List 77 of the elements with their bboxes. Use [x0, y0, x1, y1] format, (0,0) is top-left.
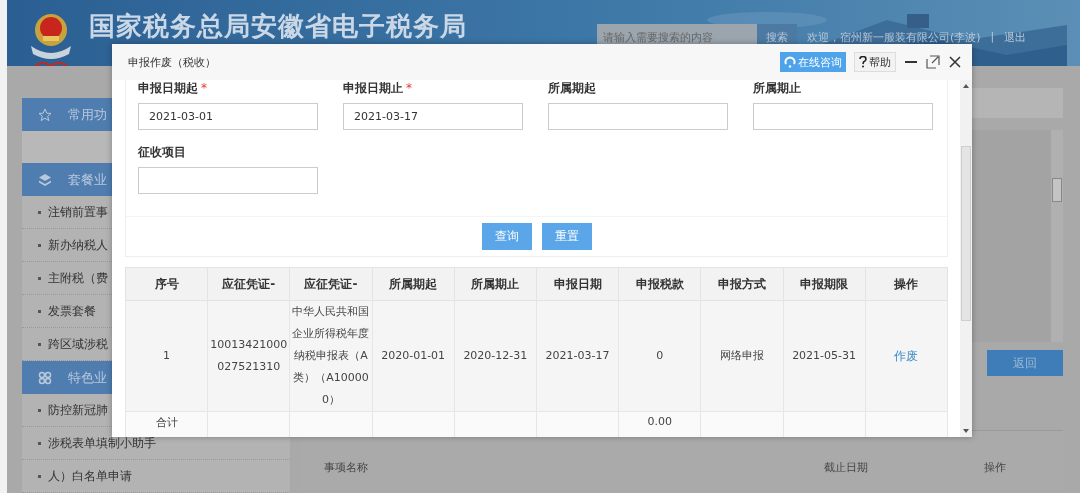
required-mark: * [201, 81, 207, 95]
bullet-icon [38, 342, 41, 346]
input-field[interactable] [548, 103, 728, 130]
table-cell: 2020-01-01 [372, 300, 455, 412]
dialog-title: 申报作废（税收） [128, 54, 217, 70]
welcome-text: 欢迎，宿州新一服装有限公司(李波) [807, 30, 981, 45]
bullet-icon [38, 474, 41, 478]
table-cell: 2021-05-31 [783, 300, 866, 412]
column-header: 申报日期 [536, 267, 619, 301]
field-label: 申报日期止 * [343, 80, 413, 97]
section-label: 常用功 [68, 105, 107, 124]
column-header: 所属期止 [454, 267, 537, 301]
grid-icon [38, 370, 52, 385]
input-field[interactable] [138, 167, 318, 194]
required-mark: * [406, 81, 412, 95]
sidebar-item[interactable]: 人）白名单申请 [22, 460, 290, 493]
star-icon [38, 107, 52, 122]
field-label: 所属期起 [548, 80, 597, 97]
scrollbar[interactable] [960, 80, 972, 437]
void-link[interactable]: 作废 [894, 348, 919, 363]
total-label: 合计 [125, 411, 208, 437]
bullet-icon [38, 309, 41, 313]
table-cell: 0 [618, 300, 701, 412]
question-icon [859, 56, 867, 68]
column-header: 应征凭证- [289, 267, 373, 301]
reset-button[interactable]: 重置 [541, 223, 592, 250]
total-tax: 0.00 [618, 411, 701, 437]
item-label: 涉税表单填制小助手 [48, 434, 156, 452]
item-label: 跨区域涉税 [48, 335, 108, 353]
scroll-down-icon[interactable] [963, 429, 969, 433]
site-title: 国家税务总局安徽省电子税务局 [89, 10, 467, 43]
item-label: 新办纳税人 [48, 236, 108, 254]
logout-link[interactable]: 退出 [1004, 30, 1027, 45]
close-icon[interactable] [948, 55, 962, 69]
help-button[interactable]: 帮助 [854, 52, 896, 72]
item-label: 注销前置事 [48, 203, 108, 221]
table-cell: 网络申报 [700, 300, 783, 412]
field-label: 征收项目 [138, 144, 187, 161]
table-cell: 中华人民共和国企业所得税年度纳税申报表（A类）（A100000） [289, 300, 373, 412]
column-header: 申报方式 [700, 267, 783, 301]
input-field[interactable] [753, 103, 933, 130]
table-cell: 2021-03-17 [536, 300, 619, 412]
layers-icon [38, 172, 52, 187]
field-label: 所属期止 [753, 80, 802, 97]
column-header: 事项名称 [323, 460, 369, 475]
scrollbar[interactable] [1051, 130, 1063, 342]
bullet-icon [38, 441, 41, 445]
consult-button[interactable]: 在线咨询 [780, 52, 846, 72]
column-header: 序号 [125, 267, 208, 301]
maximize-icon[interactable] [926, 55, 940, 69]
column-header: 申报税款 [618, 267, 701, 301]
query-button[interactable]: 查询 [481, 223, 532, 250]
back-button[interactable]: 返回 [987, 350, 1063, 376]
bullet-icon [38, 243, 41, 247]
separator-text: | [990, 30, 995, 43]
input-field[interactable]: 2021-03-17 [343, 103, 523, 130]
bullet-icon [38, 408, 41, 412]
column-header: 操作 [865, 267, 948, 301]
item-label: 主附税（费 [48, 269, 108, 287]
input-field[interactable]: 2021-03-01 [138, 103, 318, 130]
field-label: 申报日期起 * [138, 80, 208, 97]
item-label: 发票套餐 [48, 302, 96, 320]
headset-icon [784, 56, 796, 68]
table-cell: 10013421000027521310 [207, 300, 290, 412]
item-label: 人）白名单申请 [48, 467, 132, 485]
section-label: 特色业 [68, 368, 107, 387]
item-label: 防控新冠肺 [48, 401, 108, 419]
bullet-icon [38, 276, 41, 280]
column-header: 应征凭证- [207, 267, 290, 301]
section-label: 套餐业 [68, 170, 107, 189]
bullet-icon [38, 210, 41, 214]
column-header: 所属期起 [372, 267, 455, 301]
column-header: 操作 [983, 460, 1007, 475]
table-cell: 1 [125, 300, 208, 412]
table-cell: 2020-12-31 [454, 300, 537, 412]
column-header: 申报期限 [783, 267, 866, 301]
column-header: 截止日期 [823, 460, 869, 475]
